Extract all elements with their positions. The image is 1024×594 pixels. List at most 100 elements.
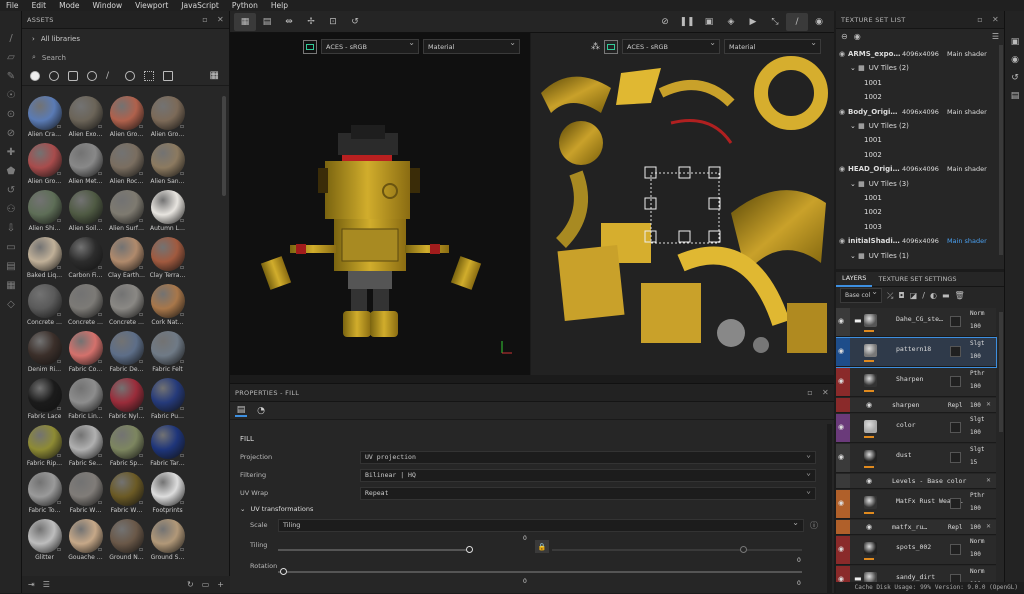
blend-mode[interactable]: Pthr xyxy=(970,370,984,377)
menu-item-help[interactable]: Help xyxy=(271,1,288,10)
add-folder-icon[interactable]: ▬ xyxy=(942,291,950,300)
layer-mask-checkbox[interactable] xyxy=(950,346,961,357)
grid-toggle-icon[interactable]: ▦ xyxy=(210,70,219,81)
frame-icon[interactable]: ⊡ xyxy=(322,13,344,31)
shelf-icon[interactable]: ◉ xyxy=(1005,51,1024,69)
scale-dropdown[interactable]: Tiling xyxy=(278,518,804,532)
tiling-slider-knob-2[interactable] xyxy=(740,546,747,553)
layer-item[interactable]: ◉ pattern18 Slgt 100 xyxy=(836,337,997,368)
asset-tile[interactable]: Fabric Lace ▫ xyxy=(24,378,65,424)
history-icon[interactable]: ↺ xyxy=(344,13,366,31)
texture-set-row[interactable]: 1003 xyxy=(836,220,1000,234)
transform-tool-icon[interactable]: ↺ xyxy=(0,181,22,200)
menu-item-javascript[interactable]: JavaScript xyxy=(181,1,219,10)
library-settings-icon[interactable]: ☰ xyxy=(43,580,50,589)
blend-mode[interactable]: Slgt xyxy=(970,340,984,347)
menu-item-file[interactable]: File xyxy=(6,1,19,10)
axis-icon[interactable]: ✢ xyxy=(300,13,322,31)
filter-procedurals-icon[interactable] xyxy=(125,70,135,81)
tab-layers[interactable]: LAYERS xyxy=(836,272,873,287)
texture-set-row[interactable]: ⌄ ▦ UV Tiles (3) xyxy=(836,177,1000,191)
close-icon[interactable]: ✕ xyxy=(986,477,991,484)
brush-tool-icon[interactable]: / xyxy=(0,29,22,48)
asset-tile[interactable]: Fabric W… ▫ xyxy=(106,472,147,518)
visibility-icon[interactable]: ◉ xyxy=(838,347,844,355)
visibility-icon[interactable]: ◉ xyxy=(866,401,872,409)
layer-item[interactable]: ◉ ▬ Dahe_CG_ste… Norm 100 xyxy=(836,308,996,337)
texture-set-shader[interactable]: Main shader xyxy=(947,50,987,58)
asset-tile[interactable]: Clay Terra… ▫ xyxy=(147,237,188,283)
visibility-icon[interactable]: ◉ xyxy=(854,32,861,41)
asset-tile[interactable]: Fabric Sp… ▫ xyxy=(106,425,147,471)
asset-tile[interactable]: Concrete … ▫ xyxy=(24,284,65,330)
texture-set-row[interactable]: ⌄ ▦ UV Tiles (1) xyxy=(836,249,1000,263)
asset-tile[interactable]: Alien Gro… ▫ xyxy=(147,96,188,142)
asset-tile[interactable]: Alien Soil… ▫ xyxy=(65,190,106,236)
screenshot-icon[interactable]: ◉ xyxy=(808,13,830,31)
close-icon[interactable]: ✕ xyxy=(986,523,991,530)
channel-dropdown[interactable]: Base col xyxy=(840,287,882,303)
texture-set-row[interactable]: ◉ HEAD_Origi… 4096x4096 Main shader xyxy=(836,162,1000,176)
opacity-value[interactable]: 15 xyxy=(970,459,977,466)
viewport-2d-uv[interactable]: ⁂ ACES - sRGB Material xyxy=(531,33,834,375)
menu-icon[interactable]: ☰ xyxy=(992,32,999,41)
lock-icon[interactable]: 🔒 xyxy=(535,540,549,553)
asset-tile[interactable]: Fabric Rip… ▫ xyxy=(24,425,65,471)
asset-tile[interactable]: Alien Gro… ▫ xyxy=(106,96,147,142)
asset-tile[interactable]: Alien Cra… ▫ xyxy=(24,96,65,142)
asset-tile[interactable]: Alien Surf… ▫ xyxy=(106,190,147,236)
asset-tile[interactable]: Fabric Se… ▫ xyxy=(65,425,106,471)
picker-tool-icon[interactable]: ✚ xyxy=(0,143,22,162)
opacity-value[interactable]: 100 xyxy=(970,551,981,558)
cube-icon[interactable]: ◈ xyxy=(720,13,742,31)
opacity-value[interactable]: 100 xyxy=(970,429,981,436)
symmetry-icon[interactable]: ⇹ xyxy=(278,13,300,31)
asset-tile[interactable]: Fabric Lin… ▫ xyxy=(65,378,106,424)
history-icon[interactable]: ↺ xyxy=(1005,69,1024,87)
asset-tile[interactable]: Fabric To… ▫ xyxy=(24,472,65,518)
texture-set-row[interactable]: 1001 xyxy=(836,76,1000,90)
opacity-value[interactable]: 100 xyxy=(970,323,981,330)
asset-tile[interactable]: Concrete … ▫ xyxy=(106,284,147,330)
filter-materials-icon[interactable] xyxy=(30,70,40,81)
opacity-value[interactable]: 100 xyxy=(970,353,981,360)
add-icon[interactable]: + xyxy=(217,580,224,589)
layer-mask-checkbox[interactable] xyxy=(950,544,961,555)
visibility-icon[interactable]: ◉ xyxy=(838,499,844,507)
filter-images-icon[interactable] xyxy=(163,70,173,81)
asset-tile[interactable]: Fabric W… ▫ xyxy=(65,472,106,518)
visibility-icon[interactable]: ◉ xyxy=(866,477,872,485)
transform-icon[interactable]: ⤡ xyxy=(764,13,786,31)
filter-smart-masks-icon[interactable] xyxy=(87,70,97,81)
smudge-tool-icon[interactable]: ☉ xyxy=(0,86,22,105)
asset-tile[interactable]: Cork Nat… ▫ xyxy=(147,284,188,330)
visibility-icon[interactable]: ◉ xyxy=(836,237,848,245)
asset-tile[interactable]: Alien Met… ▫ xyxy=(65,143,106,189)
eraser-tool-icon[interactable]: ▱ xyxy=(0,48,22,67)
texture-set-row[interactable]: 1002 xyxy=(836,90,1000,104)
asset-tile[interactable]: Alien San… ▫ xyxy=(147,143,188,189)
close-icon[interactable]: ✕ xyxy=(217,15,224,24)
display-icon[interactable]: ▣ xyxy=(698,13,720,31)
add-effect-icon[interactable]: ⤰ xyxy=(887,291,893,301)
blend-mode[interactable]: Norm xyxy=(970,568,984,575)
asset-tile[interactable]: Fabric Tar… ▫ xyxy=(147,425,188,471)
brush-icon[interactable]: / xyxy=(786,12,808,31)
visibility-icon[interactable]: ◉ xyxy=(836,50,848,58)
float-icon[interactable]: ▫ xyxy=(202,15,208,24)
library-selector[interactable]: › All libraries xyxy=(22,29,229,49)
log-icon[interactable]: ▤ xyxy=(1005,87,1024,105)
asset-tile[interactable]: Ground S… ▫ xyxy=(147,519,188,565)
menu-item-viewport[interactable]: Viewport xyxy=(135,1,168,10)
blend-mode[interactable]: Slgt xyxy=(970,446,984,453)
asset-tile[interactable]: Alien Gro… ▫ xyxy=(24,143,65,189)
layer-effect[interactable]: ◉ matfx_ru… Repl 100 ✕ xyxy=(836,520,996,535)
asset-tile[interactable]: Gouache … ▫ xyxy=(65,519,106,565)
asset-tile[interactable]: Autumn L… ▫ xyxy=(147,190,188,236)
asset-tile[interactable]: Fabric Felt ▫ xyxy=(147,331,188,377)
uv-transformations-toggle[interactable]: ⌄ UV transformations xyxy=(240,505,313,513)
import-icon[interactable]: ⇥ xyxy=(28,580,35,589)
rotation-slider-track[interactable] xyxy=(278,571,802,573)
texture-set-row[interactable]: ◉ ARMS_expo… 4096x4096 Main shader xyxy=(836,47,1000,61)
asset-tile[interactable]: Concrete … ▫ xyxy=(65,284,106,330)
